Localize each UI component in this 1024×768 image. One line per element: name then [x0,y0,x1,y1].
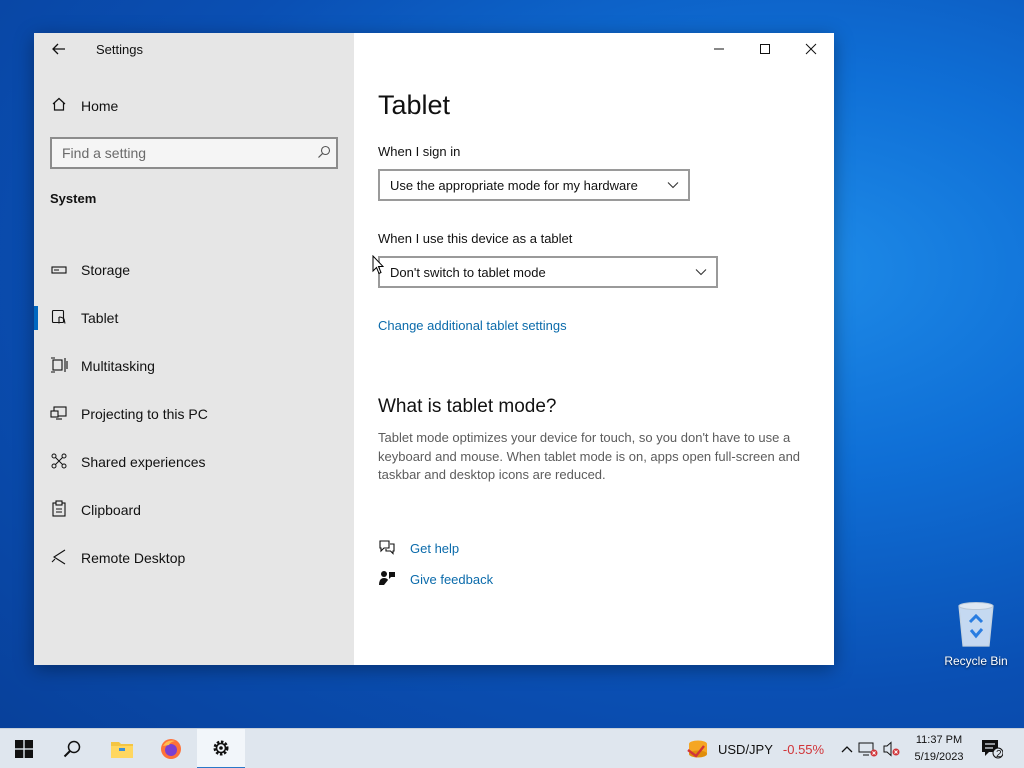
get-help-label: Get help [410,540,460,556]
mouse-cursor-icon [372,254,385,280]
title-bar: Settings [34,33,354,65]
chevron-up-icon [841,746,853,753]
sign-in-mode-value: Use the appropriate mode for my hardware [390,177,638,193]
sign-in-mode-dropdown[interactable]: Use the appropriate mode for my hardware [378,169,690,201]
sign-in-label: When I sign in [378,144,461,159]
section-title: System [50,191,97,206]
windows-logo-icon [15,740,33,758]
what-is-tablet-mode-heading: What is tablet mode? [378,396,557,417]
home-label: Home [81,98,119,114]
currency-icon [687,740,707,758]
sidebar-item-label: Projecting to this PC [81,406,208,422]
action-center-button[interactable]: 2 [968,729,1016,768]
start-button[interactable] [0,729,48,768]
show-hidden-icons-button[interactable] [838,745,856,753]
tablet-mode-value: Don't switch to tablet mode [390,264,546,280]
recycle-bin-icon [955,600,997,648]
taskbar: USD/JPY -0.55% 11:37 PM 5/19/2023 2 [0,728,1024,768]
app-title: Settings [96,42,143,57]
clock-date: 5/19/2023 [914,751,964,763]
search-button[interactable] [48,729,96,768]
sidebar-item-remote-desktop[interactable]: Remote Desktop [34,534,354,582]
search-input[interactable]: Find a setting [50,137,338,169]
recycle-bin[interactable]: Recycle Bin [940,600,1012,668]
maximize-icon [760,44,770,54]
multitasking-icon [49,356,69,376]
network-disconnected-icon [858,742,878,757]
sidebar-item-label: Remote Desktop [81,550,186,566]
projecting-icon [49,405,69,424]
gear-icon [213,740,229,756]
settings-window: Settings Home Find a setting System Stor… [34,33,834,665]
back-button[interactable] [44,37,74,61]
notification-count: 2 [996,749,1002,760]
window-controls [696,33,834,65]
get-help-icon [378,539,396,558]
close-icon [805,43,817,55]
network-button[interactable] [856,741,880,757]
volume-button[interactable] [880,741,902,757]
sidebar-item-label: Storage [81,262,131,278]
home-icon [50,96,68,116]
settings-taskbar-button[interactable] [197,729,245,768]
firefox-icon [161,739,181,759]
sidebar: Settings Home Find a setting System Stor… [34,33,354,665]
back-arrow-icon [52,43,65,55]
nav-home[interactable]: Home [50,94,118,118]
search-icon [312,145,336,162]
chevron-down-icon [658,178,688,192]
recycle-bin-label: Recycle Bin [944,654,1008,668]
search-placeholder: Find a setting [62,145,147,161]
clock[interactable]: 11:37 PM 5/19/2023 [908,732,970,766]
sidebar-item-tablet[interactable]: Tablet [34,294,354,342]
maximize-button[interactable] [742,33,788,65]
shared-experiences-icon [49,453,69,472]
sidebar-item-multitasking[interactable]: Multitasking [34,342,354,390]
sidebar-item-clipboard[interactable]: Clipboard [34,486,354,534]
system-tray-icons [838,729,902,768]
content-pane: Tablet When I sign in Use the appropriat… [354,33,834,665]
search-icon [63,740,81,758]
sidebar-item-label: Multitasking [81,358,155,374]
page-title: Tablet [378,90,451,120]
ticker-symbol: USD/JPY [718,741,773,757]
remote-desktop-icon [49,549,69,568]
clock-time: 11:37 PM [915,734,963,746]
clipboard-icon [49,500,69,520]
chevron-down-icon [686,265,716,279]
ticker-change: -0.55% [782,741,825,757]
tablet-use-label: When I use this device as a tablet [378,231,573,246]
active-indicator [34,306,38,330]
sidebar-item-projecting[interactable]: Projecting to this PC [34,390,354,438]
minimize-icon [714,48,724,50]
sidebar-item-label: Clipboard [81,502,141,518]
give-feedback-label: Give feedback [410,571,494,587]
tablet-mode-dropdown[interactable]: Don't switch to tablet mode [378,256,718,288]
tablet-icon [49,309,69,328]
nav-list: Storage Tablet Multitasking Projecting t… [34,246,354,582]
sidebar-item-label: Tablet [81,310,119,326]
firefox-button[interactable] [147,729,195,768]
volume-muted-icon [883,741,900,757]
close-button[interactable] [788,33,834,65]
give-feedback-icon [378,570,396,589]
get-help-link[interactable]: Get help [378,537,459,559]
stock-ticker-widget[interactable]: USD/JPY -0.55% [686,729,824,768]
file-explorer-button[interactable] [98,729,146,768]
minimize-button[interactable] [696,33,742,65]
sidebar-item-storage[interactable]: Storage [34,246,354,294]
desktop: Settings Home Find a setting System Stor… [0,0,1024,728]
change-additional-tablet-settings-link[interactable]: Change additional tablet settings [378,318,567,333]
give-feedback-link[interactable]: Give feedback [378,568,493,590]
sidebar-item-label: Shared experiences [81,454,206,470]
folder-icon [111,742,133,758]
tablet-mode-description: Tablet mode optimizes your device for to… [378,430,801,482]
sidebar-item-shared-experiences[interactable]: Shared experiences [34,438,354,486]
storage-icon [49,262,69,278]
